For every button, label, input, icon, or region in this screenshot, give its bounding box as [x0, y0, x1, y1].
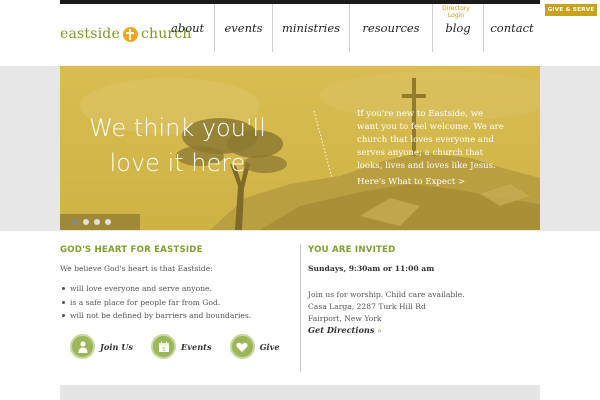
join-us-label: Join Us — [100, 341, 133, 352]
get-directions-label: Get Directions — [308, 325, 375, 336]
what-to-expect-link[interactable]: Here's What to Expect > — [357, 177, 465, 187]
directory-link[interactable]: Directory — [440, 5, 472, 12]
utility-links: Directory Login — [440, 5, 472, 19]
get-directions-link[interactable]: Get Directions » — [308, 325, 538, 335]
address-line: Fairport, New York — [308, 313, 382, 323]
nav-events[interactable]: events — [215, 4, 273, 52]
events-button[interactable]: 5 Events — [151, 334, 212, 359]
column-divider — [300, 244, 301, 372]
chevron-right-icon: » — [377, 326, 382, 336]
give-button[interactable]: Give — [229, 334, 280, 359]
address-line: Join us for worship. Child care availabl… — [308, 290, 465, 299]
events-label: Events — [181, 341, 212, 352]
hero-headline-line1: We think you'll — [89, 114, 266, 142]
cross-logo-icon — [122, 26, 138, 42]
section-intro: We believe God's heart is that Eastside: — [60, 264, 213, 273]
list-item: is a safe place for people far from God. — [60, 296, 295, 310]
person-icon — [70, 334, 95, 359]
slider-dot-4[interactable] — [105, 219, 111, 225]
nav-resources[interactable]: resources — [350, 4, 433, 52]
quick-actions: Join Us 5 Events Give — [70, 334, 298, 359]
slider-dot-1[interactable] — [72, 219, 78, 225]
gods-heart-section: GOD'S HEART FOR EASTSIDE We believe God'… — [60, 245, 295, 323]
heart-icon — [229, 334, 255, 359]
hero-slider: We think you'll love it here If you're n… — [60, 66, 540, 230]
hero-headline-line2: love it here — [109, 149, 246, 177]
logo-text-left: eastside — [60, 26, 120, 42]
section-title: YOU ARE INVITED — [308, 245, 396, 255]
hero-welcome-text: If you're new to Eastside, we want you t… — [357, 109, 504, 171]
service-times: Sundays, 9:30am or 11:00 am — [308, 264, 435, 273]
join-us-button[interactable]: Join Us — [70, 334, 133, 359]
hero-headline: We think you'll love it here — [85, 111, 270, 181]
nav-about[interactable]: about — [171, 4, 215, 52]
address-block: Join us for worship. Child care availabl… — [308, 289, 538, 324]
site-header: eastside church about events ministries … — [60, 4, 597, 66]
heart-list: will love everyone and serve anyone. is … — [60, 282, 295, 323]
address-line: Casa Larga, 2287 Turk Hill Rd — [308, 301, 426, 311]
invited-section: YOU ARE INVITED Sundays, 9:30am or 11:00… — [308, 245, 538, 335]
list-item: will not be defined by barriers and boun… — [60, 309, 295, 323]
main-nav: about events ministries resources blog c… — [171, 4, 540, 52]
calendar-day: 5 — [162, 347, 166, 353]
slider-pagination — [60, 214, 140, 230]
slider-dot-3[interactable] — [94, 219, 100, 225]
calendar-icon: 5 — [151, 334, 176, 359]
nav-contact[interactable]: contact — [484, 4, 540, 52]
give-serve-button[interactable]: GIVE & SERVE — [545, 4, 597, 16]
give-label: Give — [259, 341, 280, 352]
list-item: will love everyone and serve anyone. — [60, 282, 295, 296]
nav-ministries[interactable]: ministries — [273, 4, 350, 52]
slider-dot-2[interactable] — [83, 219, 89, 225]
section-title: GOD'S HEART FOR EASTSIDE — [60, 245, 203, 255]
footer-band — [60, 385, 540, 400]
login-link[interactable]: Login — [440, 12, 472, 19]
